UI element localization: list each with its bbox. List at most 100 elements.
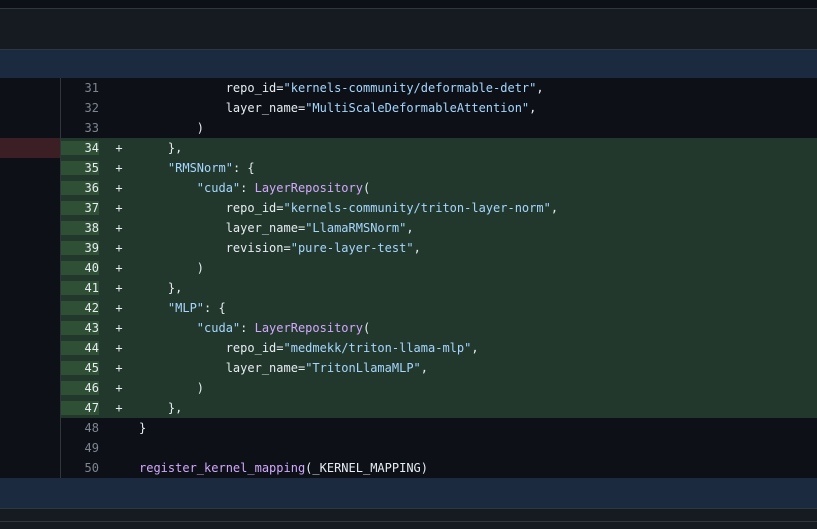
code-token: LayerRepository — [254, 181, 363, 195]
code-text: }, — [139, 401, 817, 415]
code-text: layer_name="MultiScaleDeformableAttentio… — [139, 101, 817, 115]
line-number[interactable]: 38 — [61, 221, 99, 235]
code-lines: 31 repo_id= "kernels-community/deformable… — [61, 78, 817, 478]
code-token: "cuda" — [196, 321, 241, 335]
deleted-line-marker — [0, 138, 60, 158]
diff-sign: + — [99, 201, 139, 215]
added-line: 39 + revision="pure-layer-test", — [61, 238, 817, 258]
code-text: "cuda": LayerRepository( — [139, 321, 817, 335]
code-token: "kernels-community/deformable-detr" — [283, 81, 537, 95]
code-token: } — [139, 421, 147, 435]
code-token: ( — [362, 321, 371, 335]
line-number[interactable]: 47 — [61, 401, 99, 415]
line-number[interactable]: 50 — [61, 461, 99, 475]
line-number[interactable]: 40 — [61, 261, 99, 275]
diff-sign: + — [99, 161, 139, 175]
code-text: ) — [139, 261, 817, 275]
diff-sign: + — [99, 301, 139, 315]
added-line: 44 + repo_id="medmekk/triton-llama-mlp", — [61, 338, 817, 358]
code-token: "cuda" — [196, 181, 241, 195]
code-token: repo_id= — [225, 341, 284, 355]
line-number[interactable]: 33 — [61, 121, 99, 135]
code-text: layer_name="TritonLlamaMLP", — [139, 361, 817, 375]
added-line: 42 + "MLP": { — [61, 298, 817, 318]
line-number[interactable]: 43 — [61, 321, 99, 335]
line-number[interactable]: 36 — [61, 181, 99, 195]
context-line: 49 — [61, 438, 817, 458]
code-token: }, — [167, 281, 183, 295]
code-token: (_KERNEL_MAPPING) — [305, 461, 428, 475]
line-number[interactable]: 46 — [61, 381, 99, 395]
code-text: }, — [139, 281, 817, 295]
code-token: , — [406, 221, 414, 235]
code-token: "kernels-community/triton-layer-norm" — [283, 201, 551, 215]
code-text: revision="pure-layer-test", — [139, 241, 817, 255]
divider — [0, 521, 817, 522]
hunk-footer-expander[interactable] — [0, 478, 817, 508]
added-line: 43 + "cuda": LayerRepository( — [61, 318, 817, 338]
line-number[interactable]: 41 — [61, 281, 99, 295]
diff-sign: + — [99, 381, 139, 395]
line-number[interactable]: 34 — [61, 141, 99, 155]
code-token: "MLP" — [167, 301, 205, 315]
code-token: : { — [204, 301, 226, 315]
line-number[interactable]: 32 — [61, 101, 99, 115]
code-token: ) — [196, 381, 205, 395]
context-line: 31 repo_id="kernels-community/deformable… — [61, 78, 817, 98]
added-line: 46 + ) — [61, 378, 817, 398]
code-text: ) — [139, 381, 817, 395]
line-number[interactable]: 48 — [61, 421, 99, 435]
diff-sign: + — [99, 401, 139, 415]
diff-sign: + — [99, 281, 139, 295]
added-line: 45 + layer_name="TritonLlamaMLP", — [61, 358, 817, 378]
code-token: layer_name= — [225, 221, 306, 235]
hunk-header-expander[interactable] — [0, 50, 817, 78]
code-text: register_kernel_mapping(_KERNEL_MAPPING) — [139, 461, 817, 475]
code-token: ) — [196, 261, 205, 275]
line-number[interactable]: 44 — [61, 341, 99, 355]
line-number[interactable]: 45 — [61, 361, 99, 375]
bottom-bar — [0, 508, 817, 529]
context-line: 50 register_kernel_mapping(_KERNEL_MAPPIN… — [61, 458, 817, 478]
code-token: , — [471, 341, 479, 355]
code-token: ) — [196, 121, 205, 135]
code-token: "MultiScaleDeformableAttention" — [305, 101, 530, 115]
code-token: "RMSNorm" — [167, 161, 233, 175]
line-number[interactable]: 37 — [61, 201, 99, 215]
line-number[interactable]: 49 — [61, 441, 99, 455]
code-text: repo_id="kernels-community/triton-layer-… — [139, 201, 817, 215]
line-number[interactable]: 35 — [61, 161, 99, 175]
diff-sign: + — [99, 261, 139, 275]
line-number[interactable]: 39 — [61, 241, 99, 255]
code-token: "medmekk/triton-llama-mlp" — [283, 341, 472, 355]
code-token: }, — [167, 141, 183, 155]
code-token: ( — [362, 181, 371, 195]
line-number[interactable]: 42 — [61, 301, 99, 315]
added-line: 41 + }, — [61, 278, 817, 298]
diff-sign: + — [99, 241, 139, 255]
line-number[interactable]: 31 — [61, 81, 99, 95]
top-strip — [0, 0, 817, 9]
diff-sign: + — [99, 141, 139, 155]
added-line: 34 + }, — [61, 138, 817, 158]
file-header-bar — [0, 9, 817, 50]
code-token: , — [550, 201, 559, 215]
diff-sign: + — [99, 321, 139, 335]
code-token: layer_name= — [225, 361, 306, 375]
code-token: LayerRepository — [254, 321, 363, 335]
context-line: 33 ) — [61, 118, 817, 138]
added-line: 36 + "cuda": LayerRepository( — [61, 178, 817, 198]
diff-content: 31 repo_id= "kernels-community/deformable… — [0, 78, 817, 478]
added-line: 37 + repo_id="kernels-community/triton-la… — [61, 198, 817, 218]
code-token: repo_id= — [225, 201, 284, 215]
added-line: 35 + "RMSNorm": { — [61, 158, 817, 178]
code-token: , — [536, 81, 544, 95]
